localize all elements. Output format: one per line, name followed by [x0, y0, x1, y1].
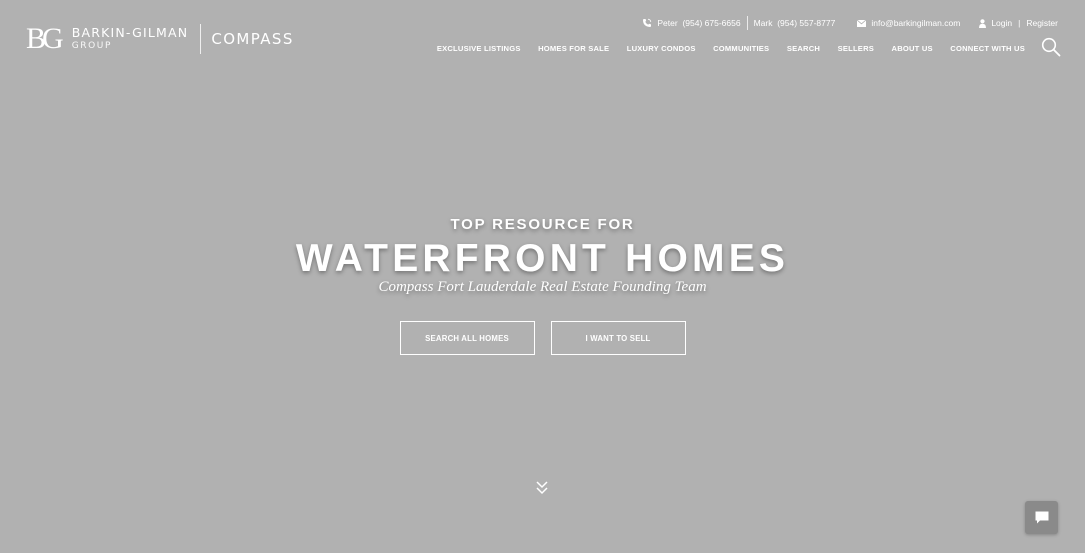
login-link[interactable]: Login: [991, 18, 1012, 28]
main-nav: EXCLUSIVE LISTINGS HOMES FOR SALE LUXURY…: [419, 44, 1025, 53]
hero-kicker: TOP RESOURCE FOR: [450, 216, 635, 233]
logo-group: GROUP: [71, 41, 113, 51]
nav-homes-for-sale[interactable]: HOMES FOR SALE: [538, 44, 609, 53]
peter-name: Peter: [657, 18, 678, 28]
search-all-homes-button[interactable]: SEARCH ALL HOMES: [399, 321, 535, 355]
user-icon: [979, 18, 987, 28]
logo-divider: [200, 24, 202, 54]
account-links: Login | Register: [979, 18, 1058, 28]
double-chevron-down-icon[interactable]: [535, 480, 549, 496]
search-icon[interactable]: [1041, 37, 1061, 57]
email-address: info@barkingilman.com: [871, 18, 961, 28]
hero-cta-group: SEARCH ALL HOMES I WANT TO SELL: [0, 321, 1085, 355]
logo-wordmark: BARKIN-GILMAN GROUP: [72, 26, 189, 52]
nav-communities[interactable]: COMMUNITIES: [713, 44, 769, 53]
contact-bar: Peter (954) 675-6656 Mark (954) 557-8777…: [642, 16, 1058, 30]
hero-headline: WATERFRONT HOMES: [295, 237, 790, 280]
mark-name: Mark: [753, 18, 773, 28]
nav-luxury-condos[interactable]: LUXURY CONDOS: [627, 44, 696, 53]
account-separator: |: [1018, 18, 1021, 28]
phone-icon: [643, 18, 652, 27]
hero-tagline: Compass Fort Lauderdale Real Estate Foun…: [378, 279, 707, 295]
nav-exclusive-listings[interactable]: EXCLUSIVE LISTINGS: [437, 44, 521, 53]
compass-logo: COMPASS: [211, 30, 294, 48]
peter-phone-link[interactable]: Peter (954) 675-6656: [642, 18, 741, 28]
logo-name: BARKIN-GILMAN: [71, 25, 189, 40]
nav-search[interactable]: SEARCH: [787, 44, 820, 53]
nav-about-us[interactable]: ABOUT US: [892, 44, 933, 53]
chat-bubble-icon: [1035, 511, 1048, 524]
contact-divider: [746, 16, 748, 30]
i-want-to-sell-button[interactable]: I WANT TO SELL: [550, 321, 686, 355]
mark-phone: (954) 557-8777: [777, 18, 836, 28]
register-link[interactable]: Register: [1026, 18, 1058, 28]
peter-phone: (954) 675-6656: [682, 18, 741, 28]
chat-button[interactable]: [1025, 501, 1058, 534]
mark-phone-link[interactable]: Mark (954) 557-8777: [754, 18, 836, 28]
site-logo[interactable]: BG BARKIN-GILMAN GROUP COMPASS: [26, 24, 294, 54]
nav-sellers[interactable]: SELLERS: [838, 44, 874, 53]
nav-connect-with-us[interactable]: CONNECT WITH US: [950, 44, 1025, 53]
email-link[interactable]: info@barkingilman.com: [857, 18, 960, 28]
hero-heading-group: TOP RESOURCE FOR WATERFRONT HOMES Compas…: [0, 216, 1085, 296]
logo-monogram: BG: [26, 22, 64, 55]
envelope-icon: [857, 19, 867, 27]
